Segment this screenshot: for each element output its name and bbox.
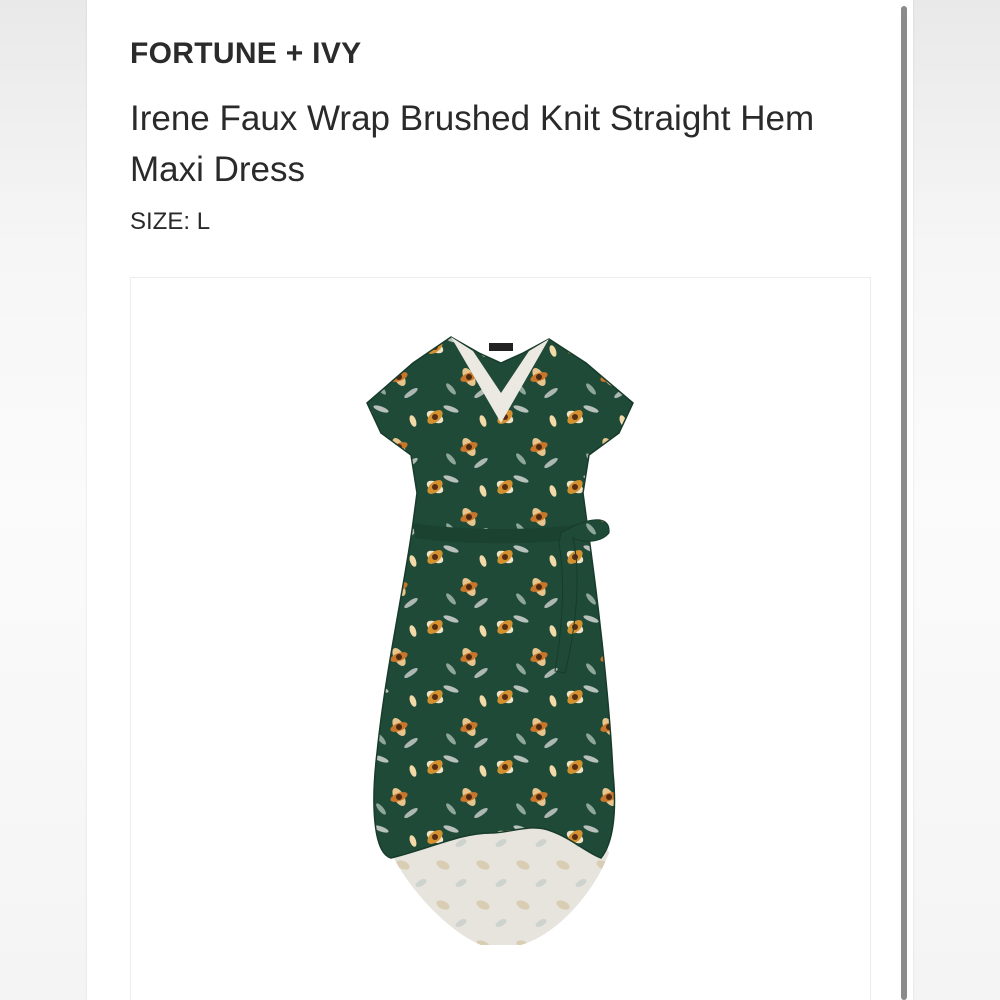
dress-image [366, 336, 634, 945]
size-label: SIZE: [130, 208, 191, 235]
size-value: L [196, 208, 211, 235]
brand-tag [489, 343, 513, 351]
product-title: Irene Faux Wrap Brushed Knit Straight He… [130, 99, 815, 189]
product-image-frame[interactable] [130, 277, 871, 1000]
brand-name[interactable]: FORTUNE + IVY [130, 37, 361, 71]
size-info: SIZE: L [130, 208, 210, 236]
scrollbar[interactable] [901, 6, 907, 1000]
